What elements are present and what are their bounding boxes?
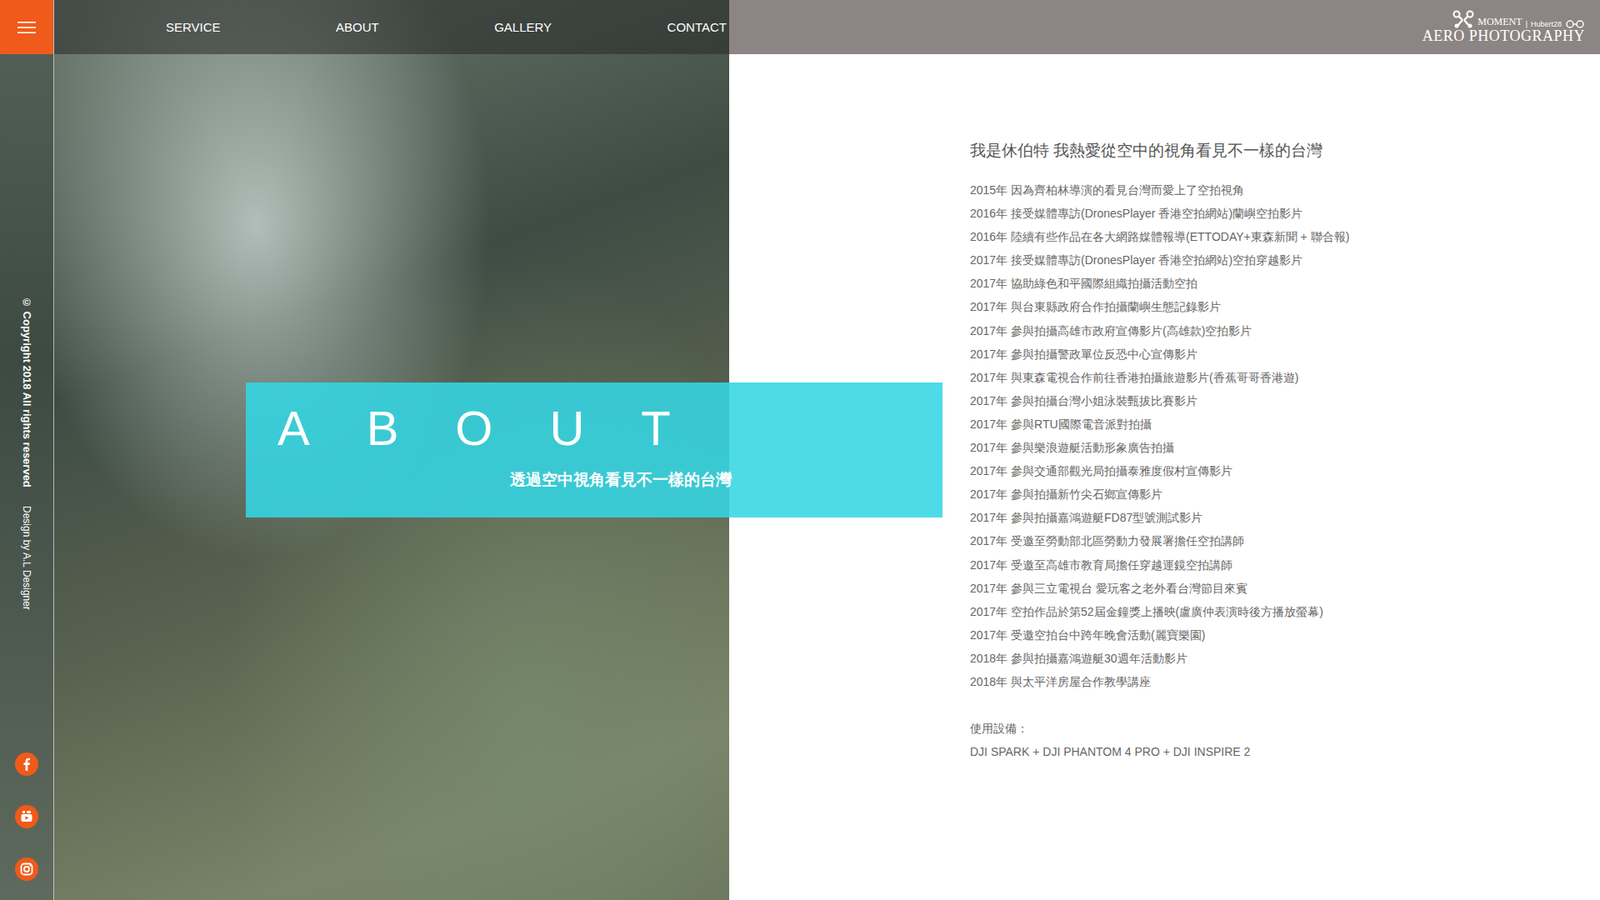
- timeline-item: 2017年 參與拍攝新竹尖石鄉宣傳影片: [970, 482, 1584, 506]
- timeline-item: 2017年 參與拍攝嘉鴻遊艇FD87型號測試影片: [970, 505, 1584, 530]
- hamburger-icon: [17, 20, 36, 35]
- timeline-item: 2017年 參與拍攝台灣小姐泳裝甄拔比賽影片: [970, 389, 1584, 413]
- timeline-item: 2016年 陸續有些作品在各大網路媒體報導(ETTODAY+東森新聞 + 聯合報…: [970, 225, 1584, 249]
- timeline-item: 2017年 空拍作品於第52屆金鐘獎上播映(盧廣仲表演時後方播放螢幕): [970, 600, 1584, 624]
- equipment: DJI SPARK + DJI PHANTOM 4 PRO + DJI INSP…: [970, 740, 1584, 764]
- logo-sub: Hubert28: [1530, 20, 1562, 29]
- timeline-item: 2018年 參與拍攝嘉鴻遊艇30週年活動影片: [970, 646, 1584, 670]
- timeline-item: 2017年 參與RTU國際電音派對拍攝: [970, 412, 1584, 436]
- logo-brand: MOMENT: [1477, 15, 1522, 29]
- timeline-item: 2017年 參與拍攝警政單位反恐中心宣傳影片: [970, 342, 1584, 366]
- youtube-link[interactable]: [14, 804, 40, 830]
- timeline-item: 2017年 受邀空拍台中跨年晚會活動(麗寶樂園): [970, 623, 1584, 647]
- nav-item[interactable]: GALLERY: [494, 20, 552, 35]
- timeline-item: 2017年 受邀至勞動部北區勞動力發展署擔任空拍講師: [970, 529, 1584, 553]
- instagram-link[interactable]: [14, 856, 40, 882]
- top-bar: MOMENT|Hubert28AERO PHOTOGRAPHY: [729, 0, 1600, 55]
- main-nav: SERVICE ABOUT GALLERY CONTACT: [54, 0, 730, 55]
- youtube-icon: [14, 804, 40, 830]
- banner-subtitle: 透過空中視角看見不一樣的台灣: [510, 469, 732, 491]
- sidebar: © Copyright 2018 All rights reserved Desi…: [0, 0, 55, 900]
- equipment-label: 使用設備：: [970, 716, 1584, 740]
- timeline-item: 2017年 參與拍攝高雄市政府宣傳影片(高雄款)空拍影片: [970, 319, 1584, 343]
- timeline-item: 2017年 與台東縣政府合作拍攝蘭嶼生態記錄影片: [970, 295, 1584, 319]
- logo-separator: |: [1525, 20, 1528, 29]
- timeline-item: 2015年 因為齊柏林導演的看見台灣而愛上了空拍視角: [970, 178, 1584, 202]
- nav-item[interactable]: SERVICE: [165, 20, 221, 35]
- designer-credit: Design by A.L Designer: [20, 505, 33, 610]
- timeline-item: 2017年 受邀至高雄市教育局擔任穿越運鏡空拍講師: [970, 553, 1584, 577]
- timeline-item: 2017年 參與交通部觀光局拍攝泰雅度假村宣傳影片: [970, 459, 1584, 483]
- facebook-icon: [14, 751, 40, 777]
- logo[interactable]: MOMENT|Hubert28AERO PHOTOGRAPHY: [1422, 10, 1585, 45]
- about-heading: 我是休伯特 我熱愛從空中的視角看見不一樣的台灣: [970, 140, 1584, 162]
- glasses-icon: [1565, 20, 1585, 29]
- timeline: 2015年 因為齊柏林導演的看見台灣而愛上了空拍視角2016年 接受媒體專訪(D…: [970, 178, 1584, 694]
- nav-item[interactable]: ABOUT: [335, 20, 380, 35]
- page: © Copyright 2018 All rights reserved Desi…: [0, 0, 1600, 900]
- instagram-icon: [14, 856, 40, 882]
- banner-title: ABOUT: [277, 399, 732, 458]
- timeline-item: 2017年 接受媒體專訪(DronesPlayer 香港空拍網站)空拍穿越影片: [970, 248, 1584, 272]
- drone-icon: [1452, 10, 1475, 29]
- facebook-link[interactable]: [14, 751, 40, 777]
- about-banner: ABOUT 透過空中視角看見不一樣的台灣: [245, 382, 943, 518]
- copyright: © Copyright 2018 All rights reserved: [20, 295, 34, 488]
- timeline-item: 2018年 與太平洋房屋合作教學講座: [970, 670, 1584, 694]
- logo-title: AERO PHOTOGRAPHY: [1422, 28, 1585, 45]
- timeline-item: 2017年 參與三立電視台 愛玩客之老外看台灣節目來賓: [970, 576, 1584, 600]
- timeline-item: 2016年 接受媒體專訪(DronesPlayer 香港空拍網站)蘭嶼空拍影片: [970, 201, 1584, 225]
- timeline-item: 2017年 與東森電視合作前往香港拍攝旅遊影片(香蕉哥哥香港遊): [970, 365, 1584, 390]
- menu-button[interactable]: [0, 0, 54, 55]
- timeline-item: 2017年 協助綠色和平國際組織拍攝活動空拍: [970, 271, 1584, 295]
- social-links: [14, 751, 40, 900]
- timeline-item: 2017年 參與樂浪遊艇活動形象廣告拍攝: [970, 435, 1584, 460]
- nav-item[interactable]: CONTACT: [667, 20, 727, 35]
